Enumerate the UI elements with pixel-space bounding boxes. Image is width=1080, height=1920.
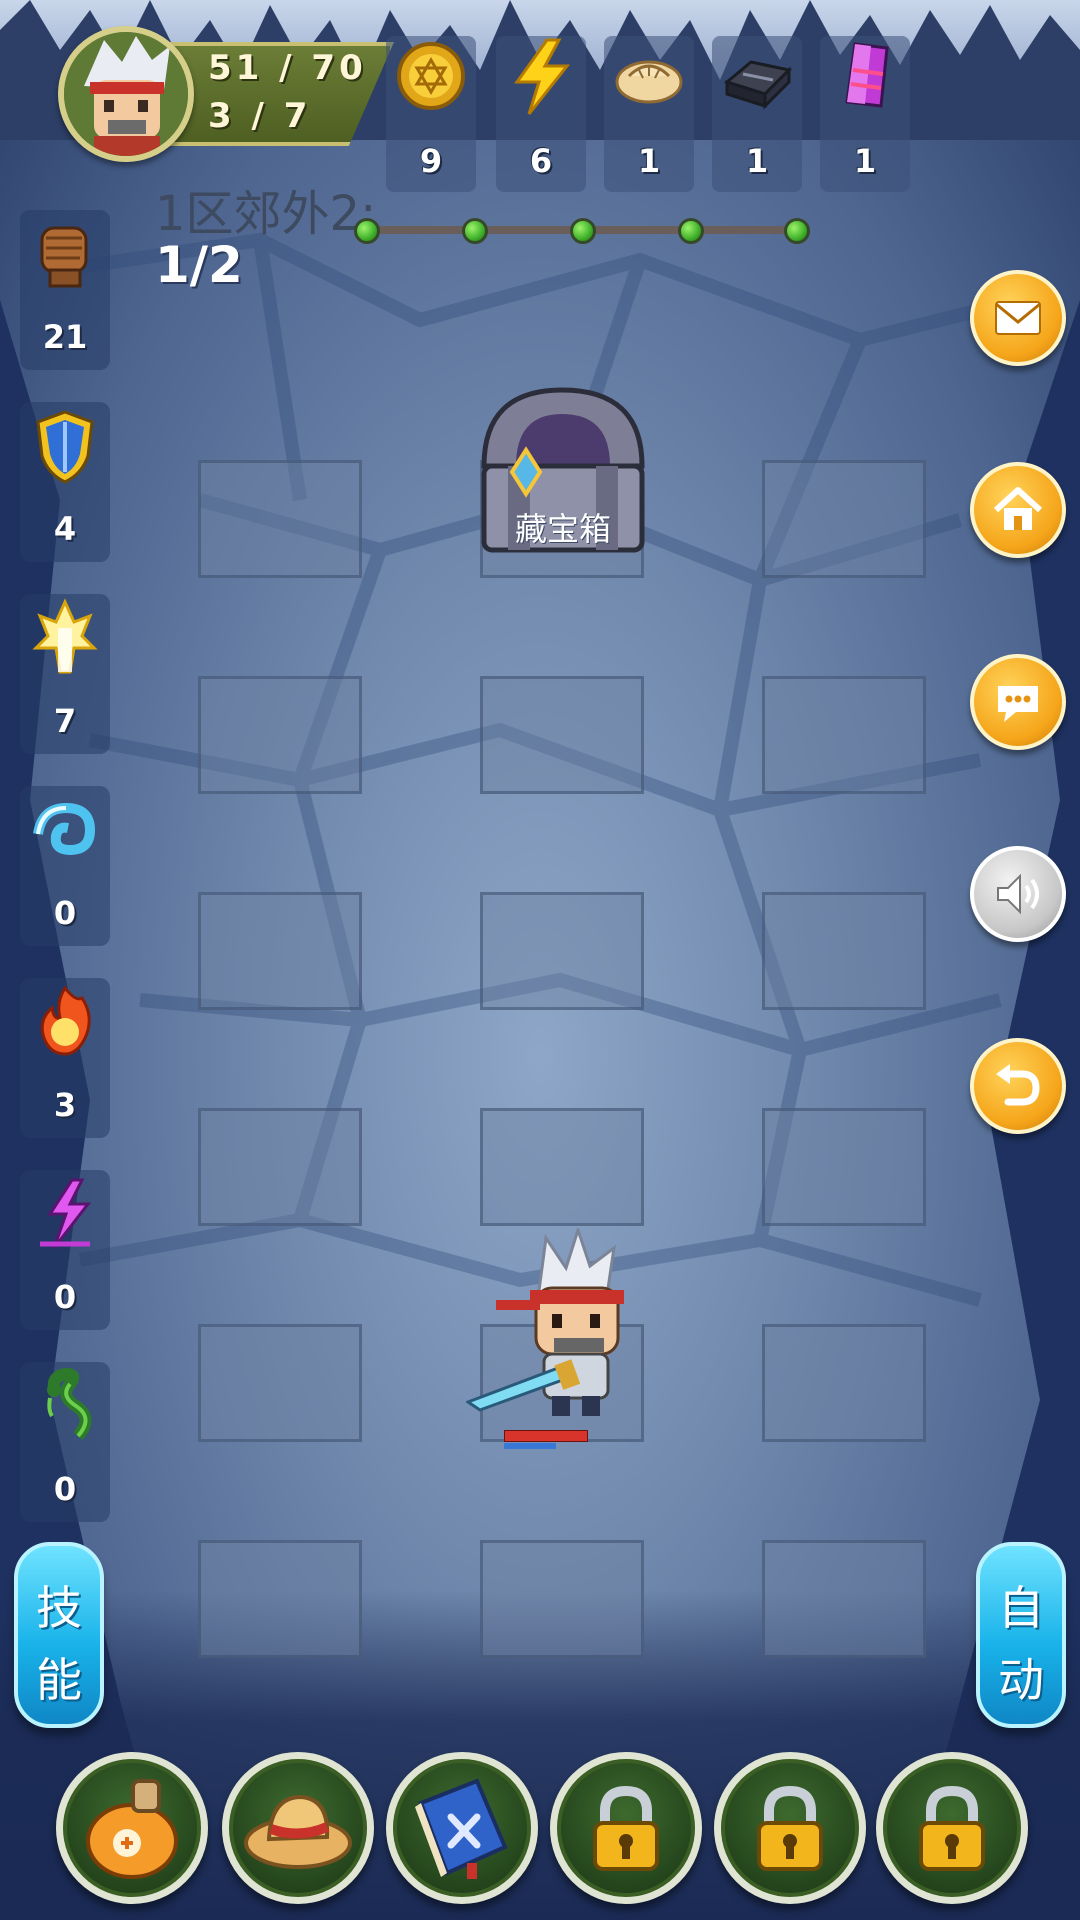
lock-icon [593,1785,659,1871]
crystal-count: 1 [853,142,877,180]
gold-coin-icon [397,42,465,110]
poison-value: 0 [53,1470,77,1508]
grid-cell[interactable] [480,892,644,1010]
resource-dumpling[interactable]: 1 [604,36,694,192]
stage-node [570,218,596,244]
stat-attack[interactable]: 21 [20,210,110,370]
return-button[interactable] [970,1038,1066,1134]
sound-button[interactable] [970,846,1066,942]
stat-fire[interactable]: 3 [20,978,110,1138]
stat-defense[interactable]: 4 [20,402,110,562]
chest-label: 藏宝箱 [514,510,611,548]
fire-icon [40,985,91,1056]
grid-cell[interactable] [198,892,362,1010]
resource-gold[interactable]: 9 [386,36,476,192]
grid-cell[interactable] [480,1108,644,1226]
sound-icon [997,873,1039,915]
grid-cell[interactable] [198,1324,362,1442]
iron-count: 1 [745,142,769,180]
resource-crystal[interactable]: 1 [820,36,910,192]
stage-progress: 1/2 [155,236,243,294]
iron-ingot-icon [723,60,793,110]
hero-mp-bar [504,1443,556,1449]
stat-poison[interactable]: 0 [20,1362,110,1522]
item-slot-book[interactable] [386,1752,538,1904]
chat-icon [998,686,1038,722]
auto-button[interactable]: 自 动 [976,1542,1066,1728]
attack-value: 21 [42,318,88,356]
grid-cell[interactable] [198,1540,362,1658]
item-slot-locked-2[interactable] [714,1752,866,1904]
skill-label-line1: 技 [36,1581,82,1635]
dumpling-icon [615,60,683,104]
grid-cell[interactable] [480,1540,644,1658]
gold-count: 9 [419,142,443,180]
holy-value: 7 [53,702,77,740]
grid-cell[interactable] [198,460,362,578]
player-avatar[interactable] [58,26,194,162]
grid-cell[interactable] [762,1108,926,1226]
lock-icon [919,1785,985,1871]
stage-title: 1区郊外2: [155,186,377,242]
player-panel[interactable]: 51 / 70 3 / 7 [58,26,398,162]
item-slot-locked-3[interactable] [876,1752,1028,1904]
defense-value: 4 [53,510,77,548]
item-slot-locked-1[interactable] [550,1752,702,1904]
mail-icon [995,301,1041,335]
lock-icon [757,1785,823,1871]
resource-iron[interactable]: 1 [712,36,802,192]
lightning-value: 0 [53,1278,77,1316]
grid-cell[interactable] [762,676,926,794]
grid-cell[interactable] [198,676,362,794]
energy-count: 6 [529,142,553,180]
auto-label-line2: 动 [998,1653,1044,1707]
grid-cell[interactable] [762,460,926,578]
purple-crystal-icon [845,42,889,108]
skill-button[interactable]: 技 能 [14,1542,104,1728]
skill-label-line2: 能 [36,1653,82,1707]
mail-button[interactable] [970,270,1066,366]
resource-energy[interactable]: 6 [496,36,586,192]
hero-hp-bar [504,1430,588,1442]
straw-hat-icon [244,1794,352,1869]
dumpling-count: 1 [637,142,661,180]
stage-node [784,218,810,244]
stat-lightning[interactable]: 0 [20,1170,110,1330]
hero-portrait-icon [64,32,188,156]
holy-light-icon [32,598,98,674]
stage-node [678,218,704,244]
lightning-magic-icon [40,1178,92,1249]
potion-icon [86,1779,178,1879]
fist-attack-icon [40,226,88,288]
water-value: 0 [53,894,77,932]
skill-book-icon [415,1778,508,1879]
hero-character-icon[interactable] [466,1228,666,1428]
grid-cell[interactable] [762,1324,926,1442]
stat-water[interactable]: 0 [20,786,110,946]
grid-cell[interactable] [762,1540,926,1658]
grid-cell[interactable] [762,892,926,1010]
grid-cell[interactable] [480,676,644,794]
water-wave-icon [33,802,96,856]
stage-node [462,218,488,244]
chat-button[interactable] [970,654,1066,750]
item-slot-hat[interactable] [222,1752,374,1904]
lightning-energy-icon [514,38,571,115]
item-slot-potion[interactable] [56,1752,208,1904]
stage-node [354,218,380,244]
player-hp: 51 / 70 [208,48,367,88]
stat-holy[interactable]: 7 [20,594,110,754]
poison-snake-icon [47,1367,92,1440]
auto-label-line1: 自 [998,1581,1044,1635]
shield-defense-icon [36,410,94,484]
fire-value: 3 [53,1086,77,1124]
grid-cell[interactable] [198,1108,362,1226]
home-button[interactable] [970,462,1066,558]
player-level: 3 / 7 [208,96,312,136]
home-icon [993,487,1043,530]
return-icon [996,1064,1040,1106]
